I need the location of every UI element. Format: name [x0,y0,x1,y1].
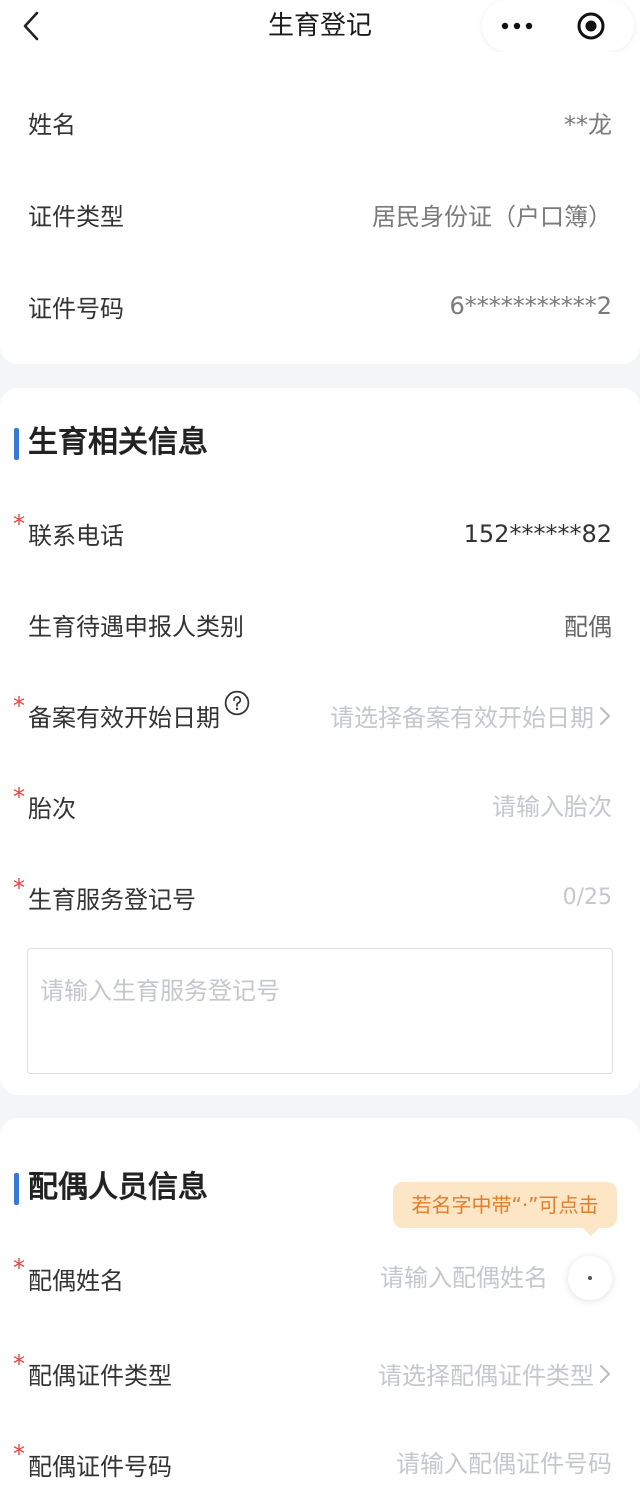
required-mark: * [13,691,25,720]
required-mark: * [13,782,25,811]
id-number-label: 证件号码 [28,294,124,323]
help-circle-icon[interactable] [224,690,250,716]
more-dots-icon[interactable] [499,14,535,38]
applicant-type-row: 生育待遇申报人类别 配偶 [0,579,640,670]
required-mark: * [13,1349,25,1378]
birth-info-heading: 生育相关信息 [28,425,208,460]
birth-info-card: 生育相关信息 * 联系电话 152******82 生育待遇申报人类别 配偶 *… [0,388,640,1095]
registration-no-textarea[interactable] [27,948,613,1074]
applicant-type-value: 配偶 [564,613,612,641]
registration-no-textarea-wrap [0,943,640,1074]
required-mark: * [13,873,25,902]
registration-no-label: 生育服务登记号 [28,886,196,914]
section-heading: 生育相关信息 [0,388,640,488]
required-mark: * [13,1440,25,1468]
phone-row: * 联系电话 152******82 [0,488,640,579]
start-date-row[interactable]: * 备案有效开始日期 请选择备案有效开始日期 [0,670,640,761]
id-number-row: 证件号码 6***********2 [0,260,640,352]
chevron-right-icon [600,1364,610,1383]
applicant-type-label: 生育待遇申报人类别 [28,613,244,641]
spouse-id-number-row: * 配偶证件号码 [0,1421,640,1507]
name-label: 姓名 [28,110,76,139]
target-icon[interactable] [576,11,606,41]
spouse-name-input[interactable] [144,1261,548,1295]
id-type-row: 证件类型 居民身份证（户口簿） [0,168,640,260]
spouse-name-row: * 配偶姓名 [0,1230,640,1326]
section-accent-bar [14,1173,19,1205]
start-date-select[interactable]: 请选择备案有效开始日期 [330,698,612,733]
name-value: **龙 [564,110,612,139]
registration-no-row: * 生育服务登记号 0/25 [0,852,640,943]
start-date-placeholder: 请选择备案有效开始日期 [330,704,594,732]
name-row: 姓名 **龙 [0,76,640,168]
mini-program-capsule [482,0,634,52]
spouse-id-type-row[interactable]: * 配偶证件类型 请选择配偶证件类型 [0,1326,640,1421]
spouse-id-number-input[interactable] [192,1447,612,1481]
chevron-right-icon [600,706,610,725]
middle-dot-icon [588,1276,592,1280]
start-date-label: 备案有效开始日期 [28,704,220,732]
spouse-id-type-placeholder: 请选择配偶证件类型 [378,1362,594,1390]
phone-value: 152******82 [463,519,612,548]
spouse-id-type-select[interactable]: 请选择配偶证件类型 [378,1356,612,1391]
id-number-value: 6***********2 [449,292,612,320]
required-mark: * [13,509,25,538]
nav-bar: 生育登记 [0,0,640,52]
basic-info-card: 姓名 **龙 证件类型 居民身份证（户口簿） 证件号码 6***********… [0,52,640,364]
id-type-value: 居民身份证（户口簿） [372,202,612,231]
tooltip-text: 若名字中带“·”可点击 [411,1193,599,1217]
birth-order-label: 胎次 [28,795,76,823]
phone-label: 联系电话 [28,522,124,550]
spouse-id-type-label: 配偶证件类型 [28,1362,172,1390]
birth-order-row: * 胎次 [0,761,640,852]
spouse-name-label: 配偶姓名 [28,1266,124,1295]
middle-dot-tooltip: 若名字中带“·”可点击 [393,1182,617,1236]
spouse-id-number-label: 配偶证件号码 [28,1452,172,1481]
insert-middle-dot-button[interactable] [568,1256,612,1300]
id-type-label: 证件类型 [28,202,124,231]
birth-order-input[interactable] [96,789,612,824]
section-accent-bar [14,428,19,460]
spouse-info-card: 配偶人员信息 若名字中带“·”可点击 * 配偶姓名 * 配偶证件类型 请选择配偶… [0,1118,640,1507]
required-mark: * [13,1254,25,1282]
char-counter: 0/25 [562,885,612,910]
